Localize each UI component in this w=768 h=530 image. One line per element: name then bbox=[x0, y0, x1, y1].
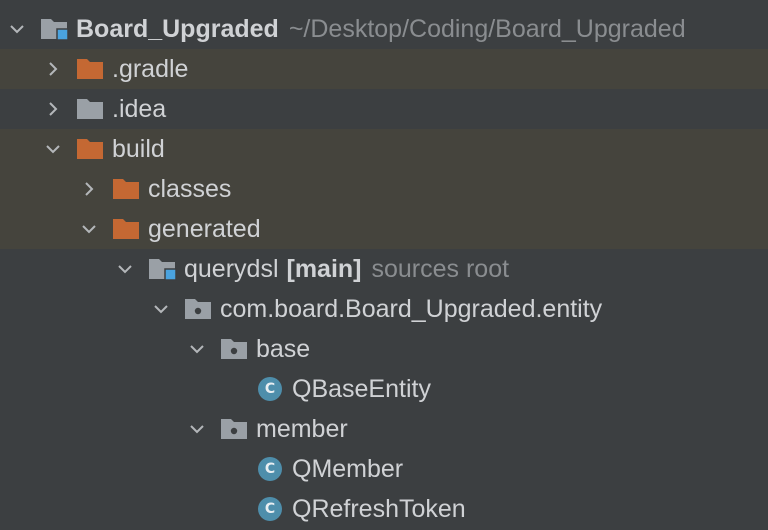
tree-row-member[interactable]: member bbox=[0, 409, 768, 449]
chevron-right-icon[interactable] bbox=[42, 58, 64, 80]
tree-item-label: Board_Upgraded bbox=[76, 14, 279, 43]
tree-item-label: classes bbox=[148, 174, 232, 203]
excluded-folder-icon bbox=[76, 56, 106, 82]
tree-row-board-upgraded[interactable]: Board_Upgraded ~/Desktop/Coding/Board_Up… bbox=[0, 9, 768, 49]
chevron-right-icon[interactable] bbox=[42, 98, 64, 120]
source-set-badge: [main] bbox=[286, 254, 362, 283]
sources-root-hint: sources root bbox=[371, 254, 510, 283]
tree-row-gradle[interactable]: .gradle bbox=[0, 49, 768, 89]
tree-row-build[interactable]: build bbox=[0, 129, 768, 169]
tree-row-idea[interactable]: .idea bbox=[0, 89, 768, 129]
package-icon bbox=[184, 296, 214, 322]
package-icon bbox=[220, 416, 250, 442]
tree-row-qmember[interactable]: C QMember bbox=[0, 449, 768, 489]
excluded-folder-icon bbox=[112, 176, 142, 202]
tree-row-generated[interactable]: generated bbox=[0, 209, 768, 249]
tree-item-label: base bbox=[256, 334, 311, 363]
tree-row-qrefreshtoken[interactable]: C QRefreshToken bbox=[0, 489, 768, 529]
tree-row-qbaseentity[interactable]: C QBaseEntity bbox=[0, 369, 768, 409]
source-root-folder-icon bbox=[148, 256, 178, 282]
tree-item-label: member bbox=[256, 414, 348, 443]
chevron-down-icon[interactable] bbox=[6, 18, 28, 40]
tree-item-label: .idea bbox=[112, 94, 167, 123]
class-icon: C bbox=[258, 497, 282, 521]
tree-row-classes[interactable]: classes bbox=[0, 169, 768, 209]
module-path: ~/Desktop/Coding/Board_Upgraded bbox=[288, 14, 686, 43]
tree-item-label: QBaseEntity bbox=[292, 374, 431, 403]
chevron-down-icon[interactable] bbox=[78, 218, 100, 240]
package-icon bbox=[220, 336, 250, 362]
tree-item-label: querydsl bbox=[184, 254, 279, 283]
project-tree: Board_Upgraded ~/Desktop/Coding/Board_Up… bbox=[0, 0, 768, 530]
chevron-down-icon[interactable] bbox=[42, 138, 64, 160]
chevron-down-icon[interactable] bbox=[186, 418, 208, 440]
chevron-right-icon[interactable] bbox=[78, 178, 100, 200]
tree-item-label: QMember bbox=[292, 454, 404, 483]
tree-row-querydsl[interactable]: querydsl [main] sources root bbox=[0, 249, 768, 289]
folder-icon bbox=[76, 96, 106, 122]
tree-item-label: build bbox=[112, 134, 165, 163]
module-folder-icon bbox=[40, 16, 70, 42]
chevron-down-icon[interactable] bbox=[150, 298, 172, 320]
class-icon: C bbox=[258, 377, 282, 401]
excluded-folder-icon bbox=[112, 216, 142, 242]
tree-item-label: com.board.Board_Upgraded.entity bbox=[220, 294, 603, 323]
tree-row-entity-package[interactable]: com.board.Board_Upgraded.entity bbox=[0, 289, 768, 329]
chevron-down-icon[interactable] bbox=[114, 258, 136, 280]
tree-row-base[interactable]: base bbox=[0, 329, 768, 369]
excluded-folder-icon bbox=[76, 136, 106, 162]
chevron-down-icon[interactable] bbox=[186, 338, 208, 360]
tree-item-label: generated bbox=[148, 214, 261, 243]
tree-item-label: QRefreshToken bbox=[292, 494, 466, 523]
tree-item-label: .gradle bbox=[112, 54, 189, 83]
class-icon: C bbox=[258, 457, 282, 481]
